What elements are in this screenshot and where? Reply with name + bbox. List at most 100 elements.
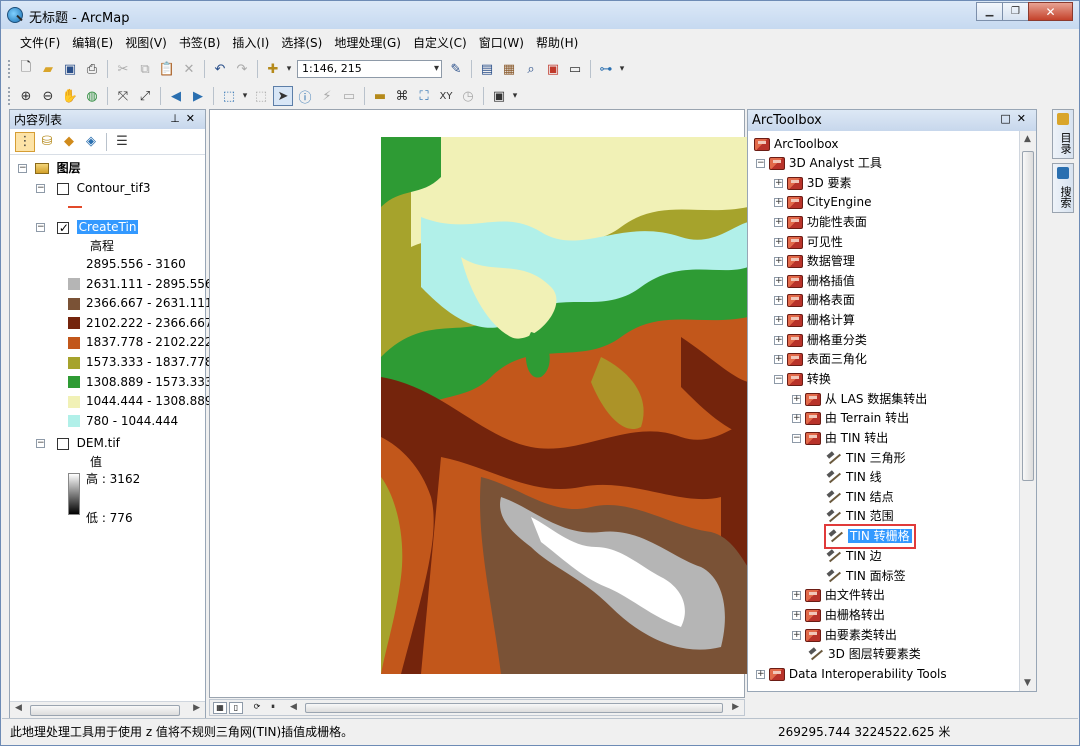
scroll-down-icon[interactable]: ▼ [1024,678,1031,688]
layer-tin-name[interactable]: CreateTin [76,220,139,234]
expand-icon[interactable]: + [774,355,783,364]
pause-drawing-icon[interactable]: ⏸ [266,702,280,714]
go-to-xy-icon[interactable]: XY [436,86,456,106]
measure-icon[interactable]: ▬ [370,86,390,106]
scroll-right-icon[interactable]: ▶ [732,702,739,712]
pan-hand-icon[interactable]: ✋ [60,86,80,106]
menu-geoprocessing[interactable]: 地理处理(G) [328,32,407,54]
toc-header[interactable]: 内容列表 ⊥✕ [10,110,205,129]
save-icon[interactable]: ▣ [60,59,80,79]
refresh-icon[interactable]: ⟳ [250,702,264,714]
tool-row[interactable]: 3D 图层转要素类 [808,645,921,664]
minimize-button[interactable]: ▁ [976,2,1003,21]
toolset-row[interactable]: + 栅格表面 [774,291,855,310]
layer-tin-checkbox[interactable] [56,219,69,237]
tool-tin-to-raster-row[interactable]: TIN 转栅格 [824,524,916,549]
full-extent-globe-icon[interactable]: ◍ [82,86,102,106]
maximize-button[interactable]: ❐ [1002,2,1029,21]
expand-icon[interactable]: + [774,218,783,227]
scroll-thumb[interactable] [30,705,180,716]
menu-selection[interactable]: 选择(S) [275,32,328,54]
tin-legend-class-row[interactable]: 780 - 1044.444 [68,412,178,430]
toolset-row[interactable]: + 可见性 [774,233,843,252]
collapse-icon[interactable]: − [36,184,45,193]
find-binoculars-icon[interactable]: ⌘ [392,86,412,106]
forward-arrow-icon[interactable]: ▶ [188,86,208,106]
legend-color-swatch[interactable] [68,395,80,408]
fixed-zoom-in-icon[interactable]: ⤧ [113,86,133,106]
menu-bookmarks[interactable]: 书签(B) [173,32,227,54]
collapse-icon[interactable]: − [36,223,45,232]
add-data-dropdown-icon[interactable]: ▾ [285,59,293,79]
menu-view[interactable]: 视图(V) [119,32,173,54]
menu-customize[interactable]: 自定义(C) [407,32,473,54]
toolset-row[interactable]: + 3D 要素 [774,174,852,193]
toolset-row[interactable]: + 功能性表面 [774,213,867,232]
new-document-icon[interactable]: 🗋 [16,59,36,79]
list-by-drawing-order-icon[interactable]: ⋮ [15,131,35,152]
expand-icon[interactable]: + [792,414,801,423]
toolset-conversion-row[interactable]: − 转换 [774,370,831,389]
layers-root-row[interactable]: − 图层 [18,159,81,177]
delete-icon[interactable]: ✕ [179,59,199,79]
zoom-in-icon[interactable]: ⊕ [16,86,36,106]
tin-legend-class-row[interactable]: 2102.222 - 2366.667 [68,314,212,332]
tin-legend-class-row[interactable]: 2366.667 - 2631.111 [68,294,212,312]
layer-contour-checkbox[interactable] [56,182,69,195]
toolset-row[interactable]: + 由要素类转出 [792,626,897,645]
toolset-row[interactable]: + 从 LAS 数据集转出 [792,390,927,409]
toolset-row[interactable]: + 由 Terrain 转出 [792,409,909,428]
layer-tin-row[interactable]: − CreateTin [36,218,139,237]
expand-icon[interactable]: + [756,670,765,679]
arctoolbox-header[interactable]: ArcToolbox □✕ [748,110,1036,131]
toolset-row[interactable]: + 栅格重分类 [774,331,867,350]
float-window-icon[interactable]: □ [1000,112,1016,125]
legend-color-swatch[interactable] [68,258,80,271]
tool-row[interactable]: TIN 结点 [826,488,894,507]
copy-icon[interactable]: ⧉ [135,59,155,79]
contour-line-symbol[interactable] [68,197,82,215]
tin-legend-class-row[interactable]: 1573.333 - 1837.778 [68,353,212,371]
menu-windows[interactable]: 窗口(W) [473,32,530,54]
menu-insert[interactable]: 插入(I) [226,32,275,54]
menu-help[interactable]: 帮助(H) [530,32,584,54]
legend-color-swatch[interactable] [68,278,80,291]
arctoolbox-root-row[interactable]: ArcToolbox [754,135,838,154]
pin-icon[interactable]: ⊥ [170,112,186,125]
search-dock-tab[interactable]: 搜索 [1052,163,1074,213]
collapse-icon[interactable]: − [792,434,801,443]
title-bar[interactable]: 无标题 - ArcMap ▁ ❐ ✕ [1,1,1079,29]
toolset-row[interactable]: + CityEngine [774,193,871,212]
tin-legend-class-row[interactable]: 1308.889 - 1573.333 [68,373,212,391]
data-view-icon[interactable]: ▦ [213,702,227,714]
back-arrow-icon[interactable]: ◀ [166,86,186,106]
legend-color-swatch[interactable] [68,297,80,310]
tin-legend-class-row[interactable]: 1044.444 - 1308.889 [68,392,212,410]
expand-icon[interactable]: + [792,395,801,404]
select-dropdown-icon[interactable]: ▾ [241,86,249,106]
table-of-contents-icon[interactable]: ▤ [477,59,497,79]
fixed-zoom-out-icon[interactable]: ⤢ [135,86,155,106]
hyperlink-icon[interactable]: ⚡ [317,86,337,106]
expand-icon[interactable]: + [792,611,801,620]
expand-icon[interactable]: + [774,277,783,286]
menu-file[interactable]: 文件(F) [14,32,66,54]
toolset-from-tin-row[interactable]: − 由 TIN 转出 [792,429,888,448]
scroll-right-icon[interactable]: ▶ [193,703,200,713]
toolset-row[interactable]: + 数据管理 [774,252,855,271]
layer-dem-row[interactable]: − DEM.tif [36,434,120,452]
close-icon[interactable]: ✕ [186,112,201,125]
toolset-row[interactable]: + 由文件转出 [792,586,885,605]
toolset-row[interactable]: + 栅格插值 [774,272,855,291]
catalog-window-icon[interactable]: ▦ [499,59,519,79]
tin-legend-class-row[interactable]: 1837.778 - 2102.222 [68,333,212,351]
cut-icon[interactable]: ✂ [113,59,133,79]
legend-color-swatch[interactable] [68,415,80,428]
open-folder-icon[interactable]: ▰ [38,59,58,79]
scroll-up-icon[interactable]: ▲ [1024,134,1031,144]
toolbar-options-icon[interactable]: ▾ [618,59,626,79]
toc-options-icon[interactable]: ☰ [112,132,132,152]
expand-icon[interactable]: + [792,591,801,600]
expand-icon[interactable]: + [774,316,783,325]
close-icon[interactable]: ✕ [1017,112,1032,125]
